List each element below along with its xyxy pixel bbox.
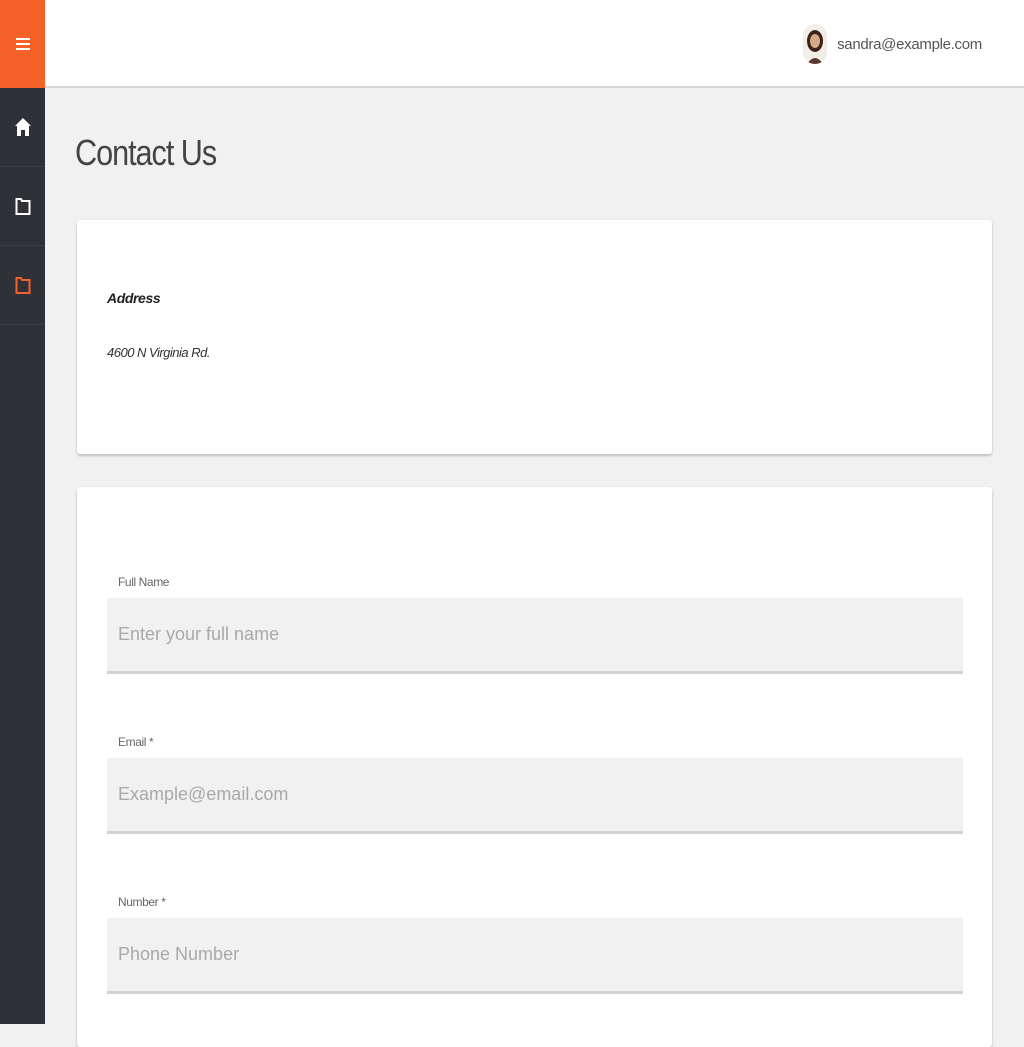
folder-icon — [15, 277, 30, 294]
user-email: sandra@example.com — [837, 35, 982, 53]
user-avatar-icon — [803, 24, 828, 64]
phone-number-label: Number * — [118, 895, 166, 909]
email-label: Email * — [118, 735, 154, 749]
full-name-label: Full Name — [118, 575, 170, 589]
address-value: 4600 N Virginia Rd. — [107, 345, 211, 360]
folder-icon — [15, 198, 30, 215]
phone-number-input[interactable] — [107, 918, 963, 994]
page-title: Contact Us — [75, 132, 217, 173]
full-name-input[interactable] — [107, 598, 963, 674]
home-icon — [14, 118, 31, 136]
sidebar-item-documents[interactable] — [0, 167, 45, 246]
address-card: Address 4600 N Virginia Rd. — [77, 220, 992, 454]
hamburger-menu-icon — [15, 38, 30, 50]
sidebar — [0, 0, 45, 1024]
avatar — [803, 24, 828, 64]
email-input[interactable] — [107, 758, 963, 834]
phone-number-field: Number * — [107, 895, 963, 994]
contact-form: Full Name Email * Number * — [77, 487, 992, 1047]
user-menu[interactable]: sandra@example.com — [803, 24, 982, 64]
email-field: Email * — [107, 735, 963, 834]
hamburger-menu-button[interactable] — [0, 0, 45, 88]
top-bar: sandra@example.com — [45, 0, 1024, 88]
sidebar-item-contact[interactable] — [0, 246, 45, 325]
address-label: Address — [107, 290, 161, 306]
full-name-field: Full Name — [107, 575, 963, 674]
sidebar-item-home[interactable] — [0, 88, 45, 167]
